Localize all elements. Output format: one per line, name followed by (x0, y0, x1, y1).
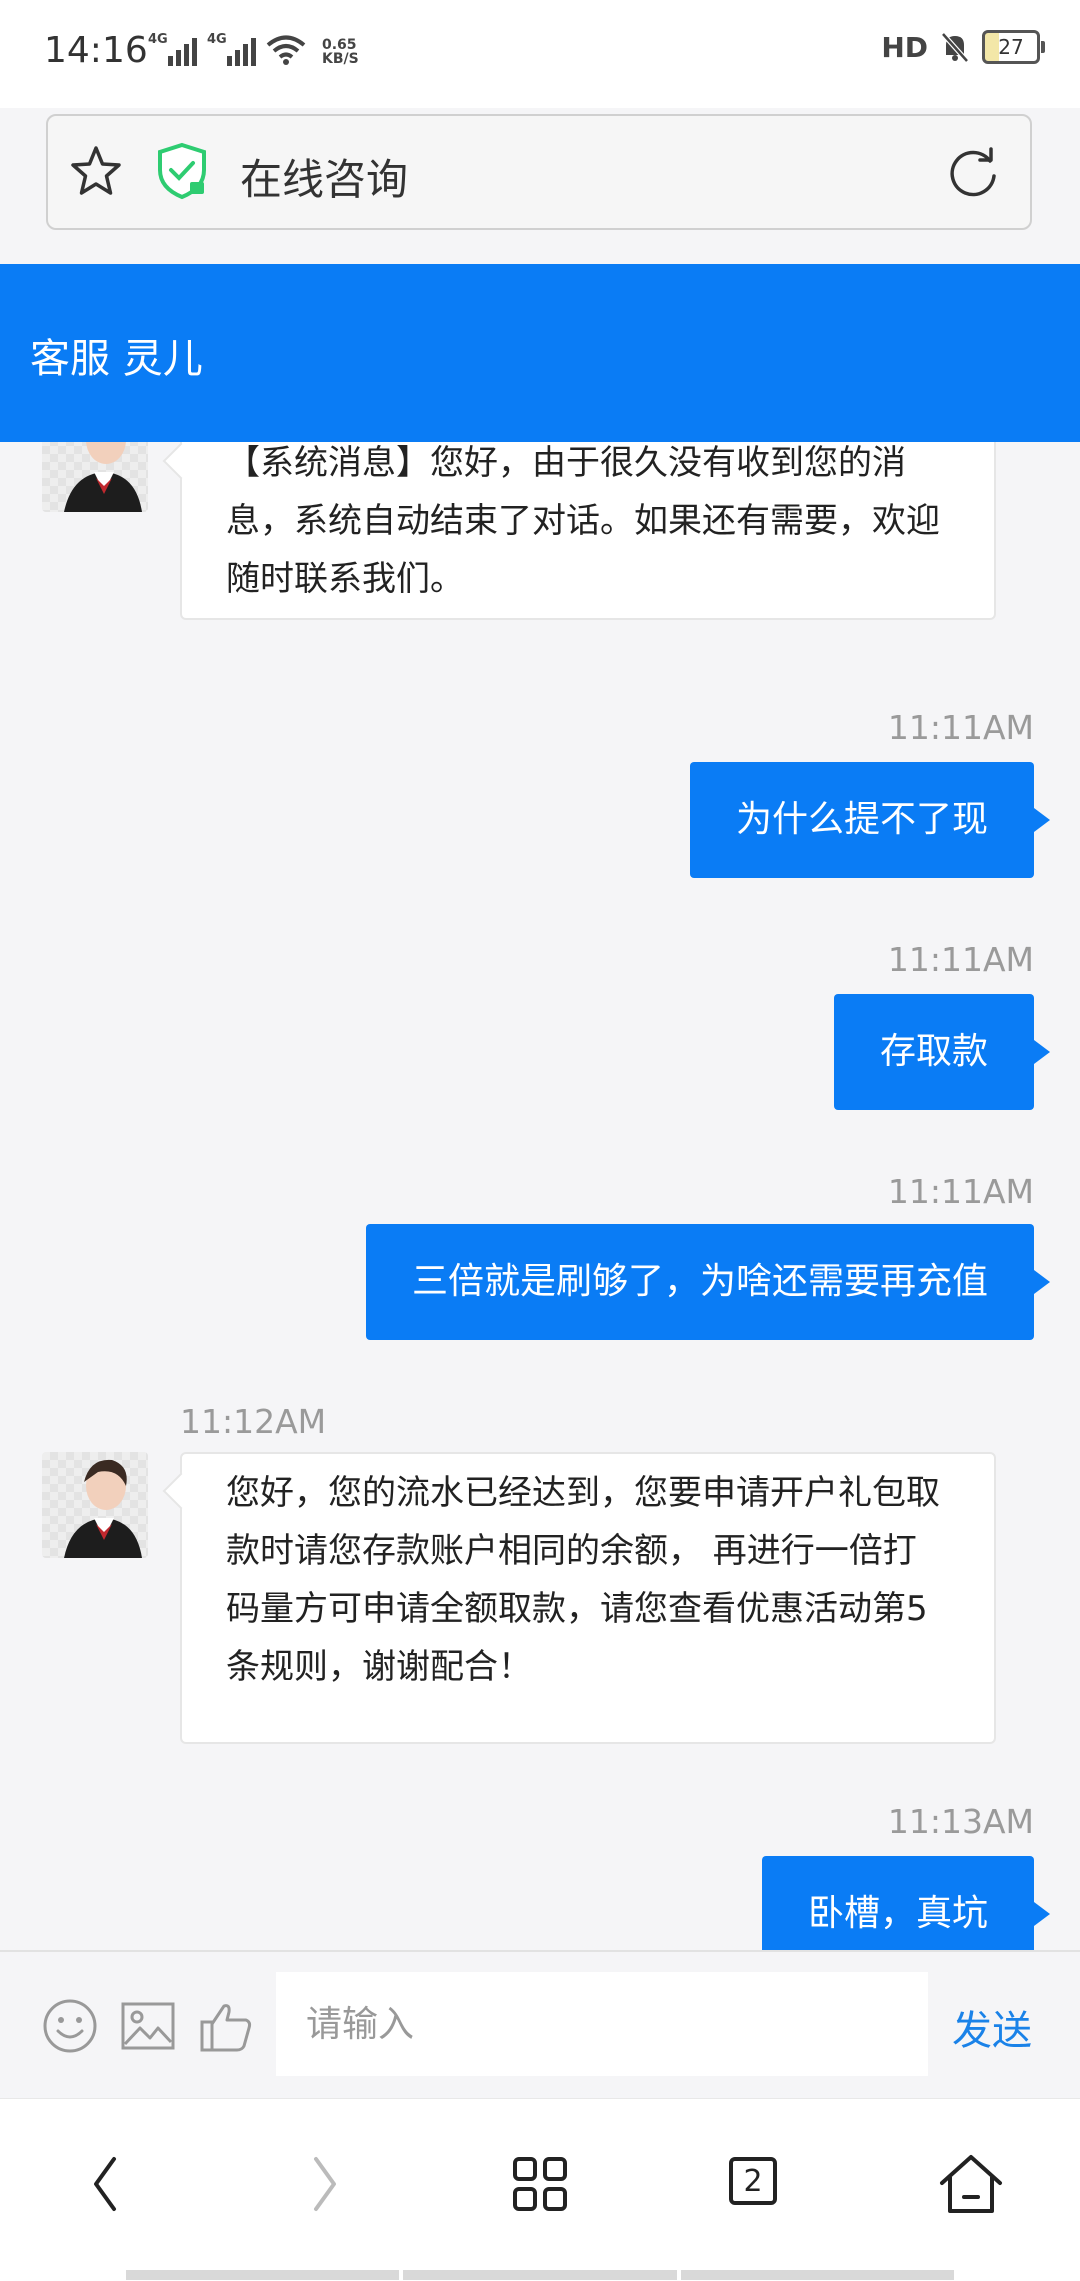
speed-value: 0.65 (322, 37, 357, 53)
gesture-segment (403, 2270, 677, 2280)
thumbs-up-icon[interactable] (198, 1998, 254, 2054)
gesture-segment (680, 2270, 954, 2280)
battery-icon: 27 (982, 30, 1045, 64)
message-input[interactable] (276, 1972, 928, 2076)
agent-avatar-icon (64, 442, 142, 512)
star-icon[interactable] (68, 144, 124, 200)
message-time: 11:13AM (887, 1802, 1034, 1841)
gesture-bar (126, 2270, 954, 2280)
message-bubble-agent[interactable]: 【系统消息】您好，由于很久没有收到您的消息，系统自动结束了对话。如果还有需要，欢… (180, 442, 996, 620)
browser-url-bar[interactable]: 在线咨询 (46, 114, 1032, 230)
menu-grid-icon[interactable] (505, 2149, 575, 2219)
mute-bell-icon (941, 32, 969, 63)
message-time: 11:11AM (887, 1172, 1034, 1211)
chat-input-bar: 发送 (0, 1950, 1080, 2098)
agent-avatar (42, 1452, 148, 1558)
message-bubble-agent[interactable]: 您好，您的流水已经达到，您要申请开户礼包取款时请您存款账户相同的余额， 再进行一… (180, 1452, 996, 1744)
network-speed: 0.65 KB/S (322, 38, 359, 66)
message-bubble-user[interactable]: 卧槽，真坑 (761, 1856, 1051, 1950)
hd-indicator: HD (881, 30, 928, 64)
message-time: 11:11AM (887, 708, 1034, 747)
agent-avatar-icon (64, 1459, 142, 1558)
message-time: 11:12AM (180, 1402, 327, 1441)
message-text: 为什么提不了现 (735, 799, 988, 840)
emoji-icon[interactable] (42, 1998, 98, 2054)
message-list[interactable]: 【系统消息】您好，由于很久没有收到您的消息，系统自动结束了对话。如果还有需要，欢… (0, 442, 1080, 1950)
status-bar: 14:16 4G 4G 0.65 KB/S HD 27 (0, 0, 1080, 108)
network-type-2: 4G (207, 32, 227, 47)
message-text: 【系统消息】您好，由于很久没有收到您的消息，系统自动结束了对话。如果还有需要，欢… (226, 443, 940, 599)
home-icon[interactable] (936, 2149, 1006, 2219)
image-icon[interactable] (120, 1998, 176, 2054)
reload-icon[interactable] (946, 146, 1000, 200)
forward-icon[interactable] (288, 2149, 358, 2219)
status-time: 14:16 (44, 30, 148, 71)
message-text: 三倍就是刷够了，为啥还需要再充值 (411, 1261, 988, 1302)
network-type-1: 4G (148, 32, 168, 47)
message-text: 您好，您的流水已经达到，您要申请开户礼包取款时请您存款账户相同的余额， 再进行一… (226, 1473, 940, 1687)
status-left-icons: 4G 4G 0.65 KB/S (148, 32, 359, 66)
message-text: 卧槽，真坑 (807, 1893, 988, 1934)
wifi-icon (266, 35, 306, 65)
page-title: 在线咨询 (240, 155, 409, 204)
tabs-icon[interactable]: 2 (721, 2149, 791, 2219)
back-icon[interactable] (72, 2149, 142, 2219)
gesture-segment (126, 2270, 400, 2280)
browser-nav-bar: 2 (0, 2098, 1080, 2281)
chat-header: 客服 灵儿 (0, 264, 1080, 442)
signal-icon: 4G (207, 32, 256, 66)
speed-unit: KB/S (322, 51, 359, 67)
message-time: 11:11AM (887, 940, 1034, 979)
agent-name-title: 客服 灵儿 (30, 336, 203, 382)
message-text: 存取款 (879, 1031, 988, 1072)
signal-icon: 4G (148, 32, 197, 66)
message-bubble-user[interactable]: 三倍就是刷够了，为啥还需要再充值 (365, 1224, 1051, 1340)
message-bubble-user[interactable]: 为什么提不了现 (689, 762, 1051, 878)
agent-avatar (42, 442, 148, 512)
battery-level: 27 (998, 35, 1024, 59)
send-button[interactable]: 发送 (952, 1998, 1032, 2056)
tab-count: 2 (729, 2157, 777, 2205)
shield-check-icon[interactable] (156, 142, 208, 200)
status-right-icons: HD 27 (881, 30, 1045, 64)
message-bubble-user[interactable]: 存取款 (833, 994, 1051, 1110)
